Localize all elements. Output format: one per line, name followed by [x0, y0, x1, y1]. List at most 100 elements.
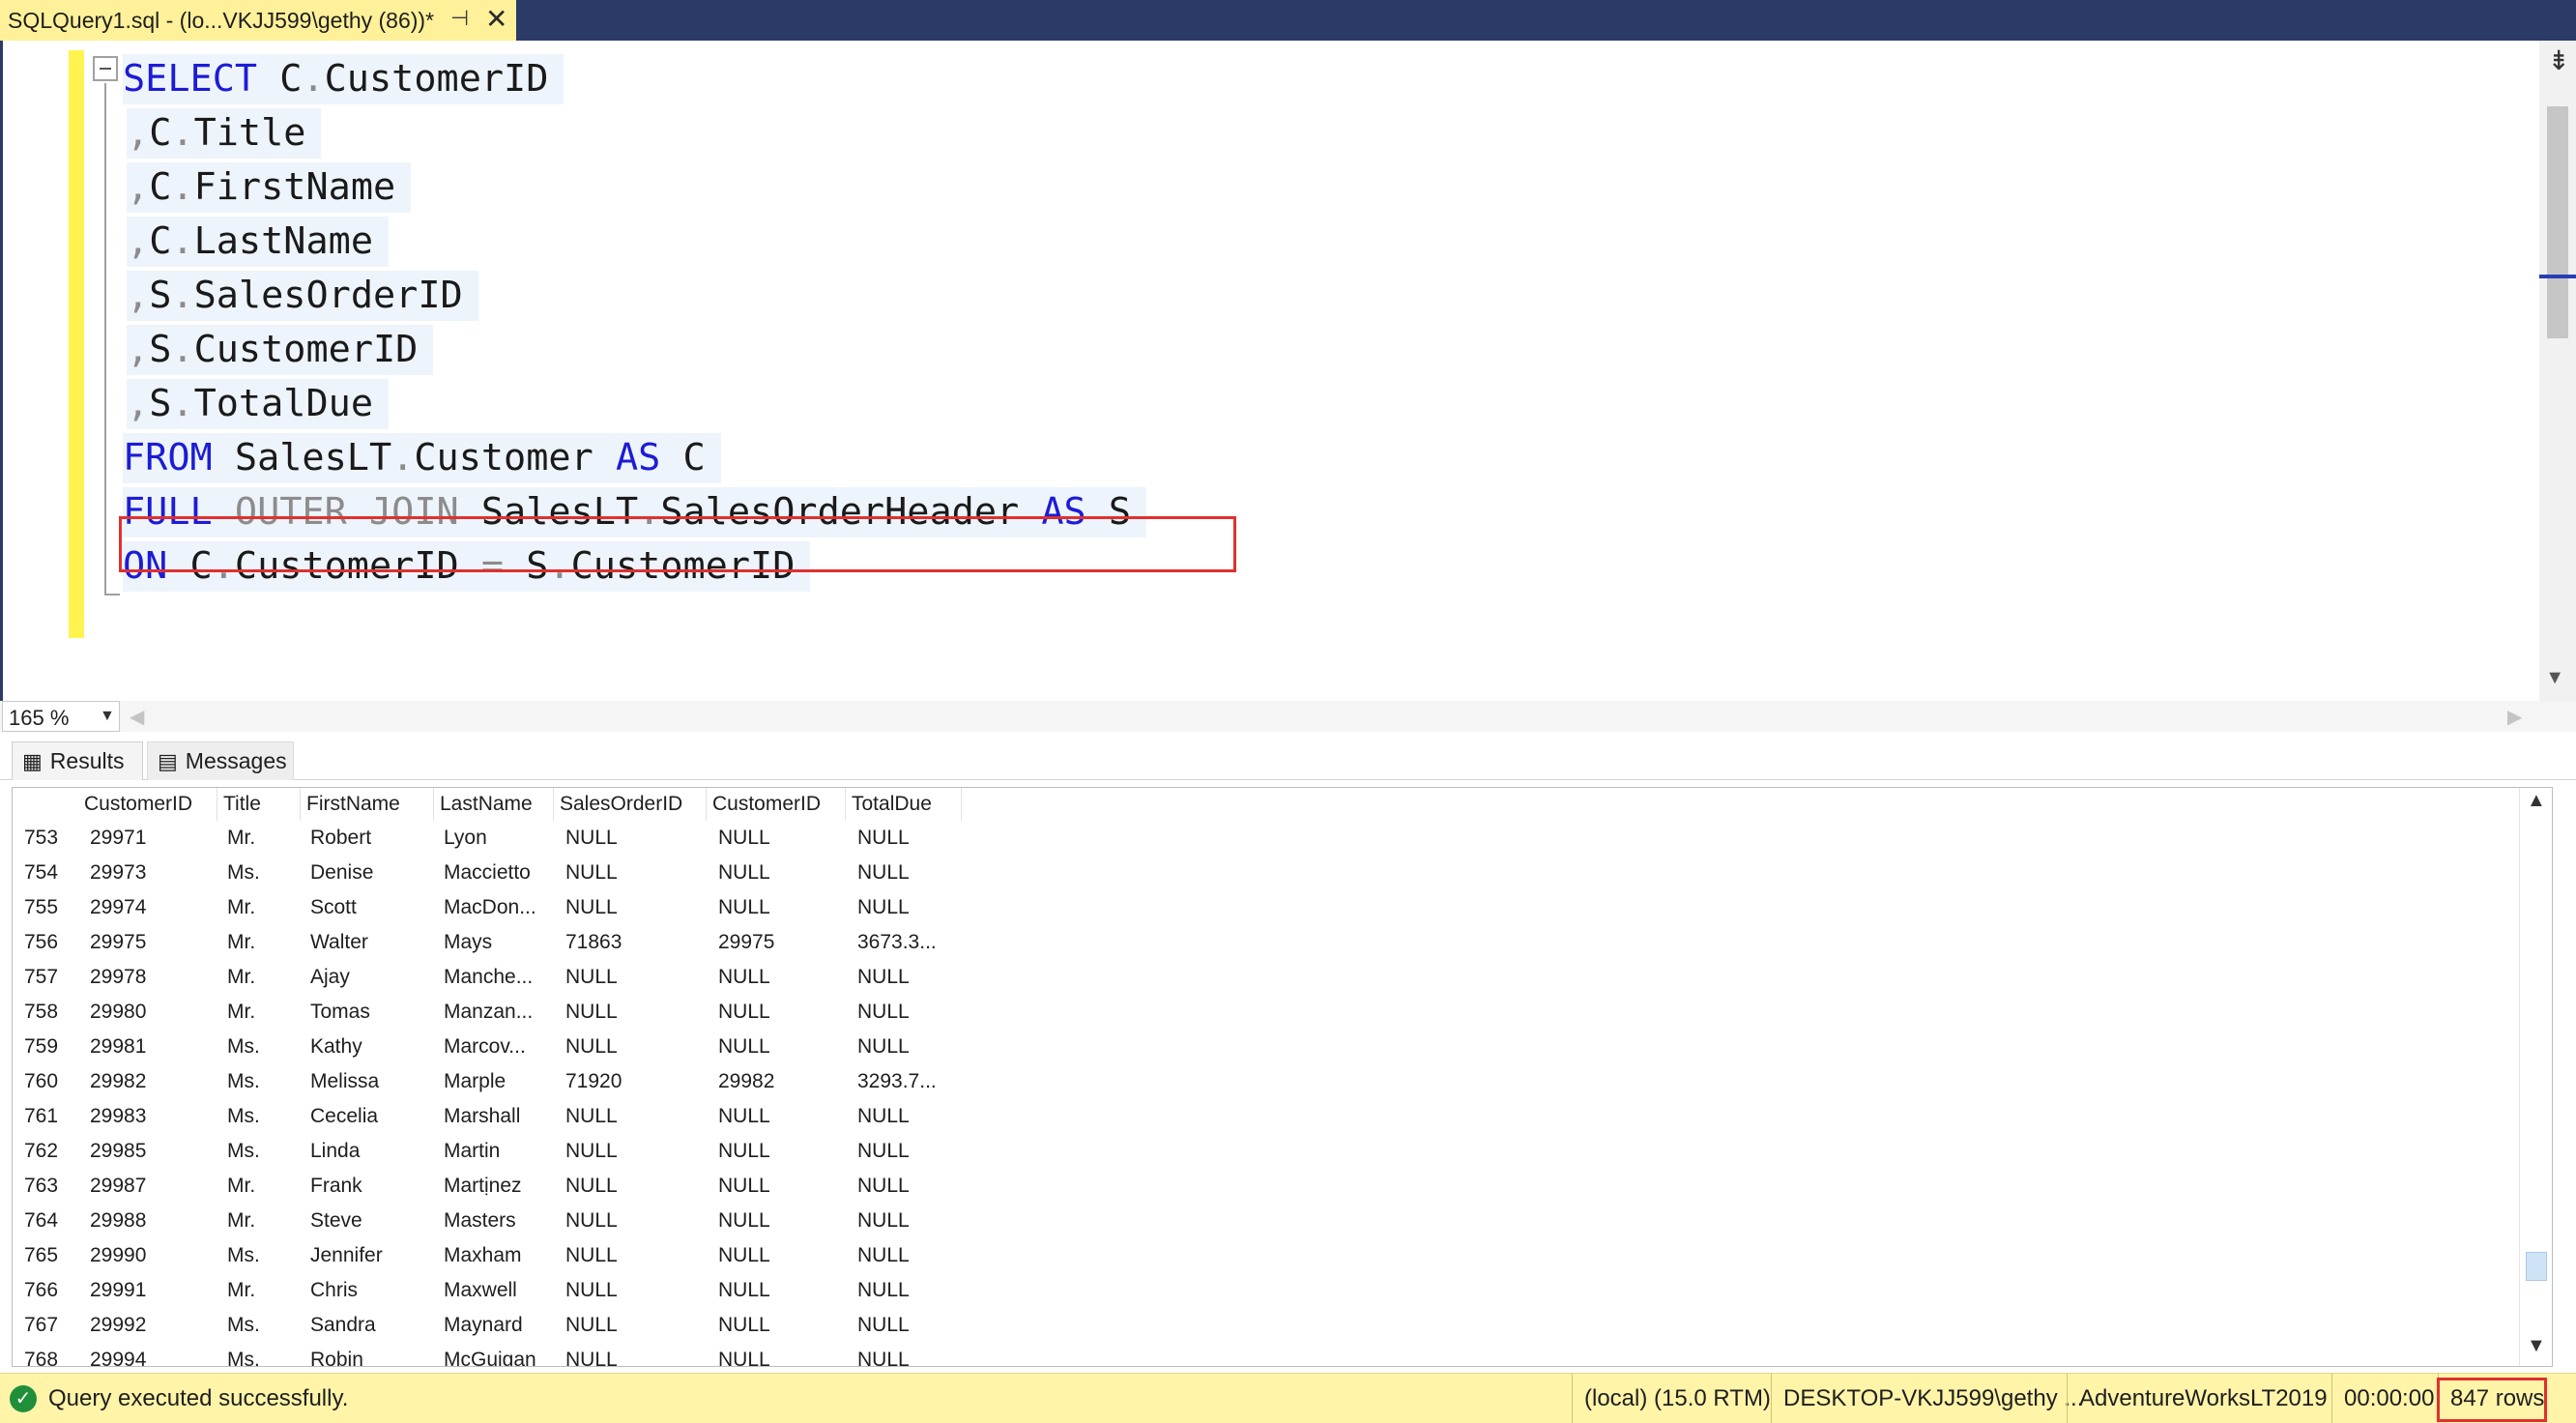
table-cell[interactable]: NULL	[857, 1308, 910, 1343]
row-number[interactable]: 756	[24, 925, 58, 960]
table-cell[interactable]: Sandra	[310, 1308, 376, 1343]
column-header[interactable]: SalesOrderID	[554, 788, 707, 821]
table-cell[interactable]: NULL	[565, 1308, 618, 1343]
table-cell[interactable]: Ms.	[227, 856, 260, 890]
row-number[interactable]: 762	[24, 1134, 58, 1169]
table-cell[interactable]: 29992	[90, 1308, 146, 1343]
code-line[interactable]: ,S.SalesOrderID	[127, 271, 478, 321]
table-cell[interactable]: NULL	[565, 995, 618, 1030]
tab-messages[interactable]: ▤ Messages	[147, 741, 294, 780]
table-cell[interactable]: Ms.	[227, 1308, 260, 1343]
grid-vertical-scrollbar[interactable]: ▲ ▼	[2519, 788, 2552, 1366]
table-cell[interactable]: Mr.	[227, 995, 255, 1030]
table-cell[interactable]: Maccietto	[444, 856, 531, 890]
table-cell[interactable]: Walter	[310, 925, 368, 960]
table-row[interactable]: 765 29990 Ms. Jennifer Maxham NULL NULL NULL	[13, 1238, 2552, 1273]
table-cell[interactable]: NULL	[718, 821, 770, 856]
table-cell[interactable]: 29978	[90, 960, 146, 995]
table-cell[interactable]: NULL	[718, 1169, 770, 1204]
table-cell[interactable]: Melissa	[310, 1064, 379, 1099]
table-cell[interactable]: Frank	[310, 1169, 362, 1204]
table-cell[interactable]: Lyon	[444, 821, 487, 856]
table-cell[interactable]: NULL	[718, 960, 770, 995]
row-number[interactable]: 755	[24, 890, 58, 925]
table-cell[interactable]: NULL	[857, 995, 910, 1030]
table-cell[interactable]: McGuigan	[444, 1343, 536, 1366]
table-row[interactable]: 755 29974 Mr. Scott MacDon... NULL NULL NULL	[13, 890, 2552, 925]
table-cell[interactable]: 29975	[90, 925, 146, 960]
split-view-icon[interactable]: ⇟	[2548, 44, 2570, 76]
row-number[interactable]: 768	[24, 1343, 58, 1366]
table-cell[interactable]: 29974	[90, 890, 146, 925]
code-line[interactable]: SELECT C.CustomerID	[123, 54, 564, 104]
scroll-down-icon[interactable]: ▼	[2545, 667, 2564, 689]
table-row[interactable]: 766 29991 Mr. Chris Maxwell NULL NULL NULL	[13, 1273, 2552, 1308]
row-number[interactable]: 757	[24, 960, 58, 995]
table-cell[interactable]: NULL	[565, 960, 618, 995]
table-row[interactable]: 753 29971 Mr. Robert Lyon NULL NULL NULL	[13, 821, 2552, 856]
table-cell[interactable]: 29980	[90, 995, 146, 1030]
table-cell[interactable]: Jennifer	[310, 1238, 383, 1273]
table-row[interactable]: 756 29975 Mr. Walter Mays 71863 29975 3673.3...	[13, 925, 2552, 960]
table-cell[interactable]: MacDon...	[444, 890, 536, 925]
row-number[interactable]: 758	[24, 995, 58, 1030]
table-row[interactable]: 761 29983 Ms. Cecelia Marshall NULL NULL NULL	[13, 1099, 2552, 1134]
row-number[interactable]: 763	[24, 1169, 58, 1204]
column-header[interactable]: CustomerID	[78, 788, 217, 821]
table-cell[interactable]: 29991	[90, 1273, 146, 1308]
table-cell[interactable]: Robert	[310, 821, 371, 856]
table-cell[interactable]: 29982	[90, 1064, 146, 1099]
table-cell[interactable]: Marcov...	[444, 1030, 526, 1064]
table-row[interactable]: 764 29988 Mr. Steve Masters NULL NULL NULL	[13, 1204, 2552, 1238]
table-cell[interactable]: NULL	[565, 1204, 618, 1238]
table-cell[interactable]: Masters	[444, 1204, 516, 1238]
table-row[interactable]: 763 29987 Mr. Frank Martịnez NULL NULL NULL	[13, 1169, 2552, 1204]
table-cell[interactable]: Tomas	[310, 995, 370, 1030]
table-cell[interactable]: Manzan...	[444, 995, 533, 1030]
table-cell[interactable]: NULL	[565, 1099, 618, 1134]
table-cell[interactable]: Steve	[310, 1204, 362, 1238]
table-cell[interactable]: NULL	[857, 1099, 910, 1134]
table-cell[interactable]: 3293.7...	[857, 1064, 937, 1099]
table-cell[interactable]: Mr.	[227, 960, 255, 995]
table-cell[interactable]: NULL	[565, 1169, 618, 1204]
column-header[interactable]: FirstName	[301, 788, 434, 821]
table-cell[interactable]: Mays	[444, 925, 492, 960]
table-cell[interactable]: Chris	[310, 1273, 358, 1308]
row-number[interactable]: 766	[24, 1273, 58, 1308]
table-cell[interactable]: NULL	[718, 1204, 770, 1238]
tab-results[interactable]: ▦ Results	[12, 741, 143, 780]
table-cell[interactable]: Robin	[310, 1343, 363, 1366]
table-cell[interactable]: Ms.	[227, 1030, 260, 1064]
table-cell[interactable]: Ms.	[227, 1343, 260, 1366]
table-cell[interactable]: NULL	[718, 1030, 770, 1064]
table-cell[interactable]: NULL	[718, 1099, 770, 1134]
table-cell[interactable]: Mr.	[227, 821, 255, 856]
document-tab[interactable]: SQLQuery1.sql - (lo...VKJJ599\gethy (86)…	[0, 0, 516, 41]
table-row[interactable]: 760 29982 Ms. Melissa Marple 71920 29982 3293.7…	[13, 1064, 2552, 1099]
row-number[interactable]: 753	[24, 821, 58, 856]
row-number[interactable]: 765	[24, 1238, 58, 1273]
table-cell[interactable]: NULL	[565, 856, 618, 890]
table-cell[interactable]: Cecelia	[310, 1099, 378, 1134]
table-cell[interactable]: 29983	[90, 1099, 146, 1134]
table-cell[interactable]: Ms.	[227, 1238, 260, 1273]
pin-icon[interactable]: ⊣	[450, 6, 469, 31]
table-cell[interactable]: NULL	[857, 1134, 910, 1169]
table-cell[interactable]: 29987	[90, 1169, 146, 1204]
table-cell[interactable]: 29981	[90, 1030, 146, 1064]
table-cell[interactable]: Maxham	[444, 1238, 522, 1273]
table-cell[interactable]: Martịnez	[444, 1169, 522, 1204]
editor-scroll-thumb[interactable]	[2547, 106, 2568, 338]
code-line[interactable]: ,S.CustomerID	[127, 325, 434, 375]
table-cell[interactable]: Mr.	[227, 1273, 255, 1308]
table-row[interactable]: 758 29980 Mr. Tomas Manzan... NULL NULL NULL	[13, 995, 2552, 1030]
table-row[interactable]: 757 29978 Mr. Ajay Manche... NULL NULL NULL	[13, 960, 2552, 995]
table-cell[interactable]: Manche...	[444, 960, 533, 995]
table-cell[interactable]: NULL	[857, 1030, 910, 1064]
table-cell[interactable]: 29990	[90, 1238, 146, 1273]
column-header[interactable]: CustomerID	[707, 788, 846, 821]
table-cell[interactable]: NULL	[565, 890, 618, 925]
table-row[interactable]: 759 29981 Ms. Kathy Marcov... NULL NULL NULL	[13, 1030, 2552, 1064]
table-cell[interactable]: NULL	[857, 1343, 910, 1366]
